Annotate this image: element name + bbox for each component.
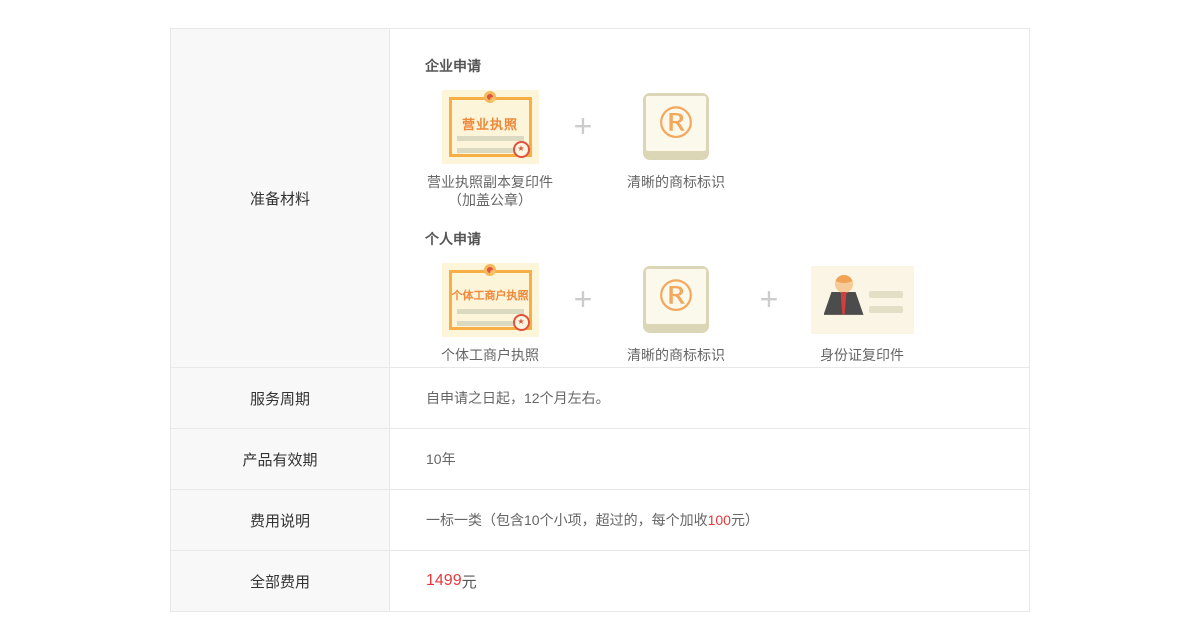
table-row-validity: 产品有效期 10年 bbox=[171, 429, 1029, 490]
materials-content: 企业申请 营业执照 bbox=[390, 29, 1029, 367]
registered-trademark-icon: ® bbox=[643, 266, 709, 333]
personal-materials-row: 个体工商户执照 个体工商户执照 + bbox=[425, 262, 927, 364]
national-emblem-icon bbox=[484, 91, 496, 103]
fee-description-value: 一标一类（包含10个小项，超过的，每个加收100元） bbox=[390, 490, 1029, 550]
trademark-logo-item: ® 清晰的商标标识 bbox=[611, 262, 741, 364]
id-card-caption: 身份证复印件 bbox=[820, 346, 904, 364]
total-price-value: 1499元 bbox=[390, 551, 1029, 611]
business-license-item: 营业执照 营业执照副本复印件 （加盖公章） bbox=[425, 89, 555, 209]
registered-trademark-icon: ® bbox=[643, 93, 709, 160]
individual-license-item: 个体工商户执照 个体工商户执照 bbox=[425, 262, 555, 364]
row-label-materials: 准备材料 bbox=[171, 29, 390, 367]
business-license-certificate-icon: 营业执照 bbox=[442, 90, 539, 164]
table-row-service-period: 服务周期 自申请之日起，12个月左右。 bbox=[171, 368, 1029, 429]
enterprise-application-group: 企业申请 营业执照 bbox=[425, 56, 741, 209]
row-label-total-price: 全部费用 bbox=[171, 551, 390, 611]
price-unit: 元 bbox=[462, 571, 477, 592]
trademark-logo-item: ® 清晰的商标标识 bbox=[611, 89, 741, 191]
validity-value: 10年 bbox=[390, 429, 1029, 489]
red-stamp-icon bbox=[513, 314, 530, 331]
trademark-caption: 清晰的商标标识 bbox=[627, 173, 725, 191]
row-label-service-period: 服务周期 bbox=[171, 368, 390, 428]
individual-business-license-icon: 个体工商户执照 bbox=[442, 263, 539, 337]
enterprise-materials-row: 营业执照 营业执照副本复印件 （加盖公章） + bbox=[425, 89, 741, 209]
product-spec-table: 准备材料 企业申请 营业执照 bbox=[170, 28, 1030, 612]
personal-application-group: 个人申请 个体工商户执照 bbox=[425, 229, 927, 364]
row-label-fee-description: 费用说明 bbox=[171, 490, 390, 550]
certificate-title-text: 个体工商户执照 bbox=[442, 287, 539, 303]
plus-separator-icon: + bbox=[555, 89, 611, 164]
red-stamp-icon bbox=[513, 141, 530, 158]
certificate-title-text: 营业执照 bbox=[442, 114, 539, 133]
individual-license-caption: 个体工商户执照 bbox=[441, 346, 539, 364]
price-amount: 1499 bbox=[426, 572, 462, 590]
business-license-caption: 营业执照副本复印件 （加盖公章） bbox=[427, 173, 553, 209]
id-card-item: 身份证复印件 bbox=[797, 262, 927, 364]
service-period-value: 自申请之日起，12个月左右。 bbox=[390, 368, 1029, 428]
table-row-total-price: 全部费用 1499元 bbox=[171, 551, 1029, 611]
national-emblem-icon bbox=[484, 264, 496, 276]
table-row-fee-description: 费用说明 一标一类（包含10个小项，超过的，每个加收100元） bbox=[171, 490, 1029, 551]
personal-application-title: 个人申请 bbox=[425, 229, 927, 249]
table-row-materials: 准备材料 企业申请 营业执照 bbox=[171, 29, 1029, 368]
enterprise-application-title: 企业申请 bbox=[425, 56, 741, 76]
person-avatar bbox=[835, 275, 853, 293]
fee-highlight: 100 bbox=[708, 512, 731, 528]
trademark-caption: 清晰的商标标识 bbox=[627, 346, 725, 364]
plus-separator-icon: + bbox=[741, 262, 797, 337]
id-card-icon bbox=[811, 266, 914, 334]
row-label-validity: 产品有效期 bbox=[171, 429, 390, 489]
plus-separator-icon: + bbox=[555, 262, 611, 337]
